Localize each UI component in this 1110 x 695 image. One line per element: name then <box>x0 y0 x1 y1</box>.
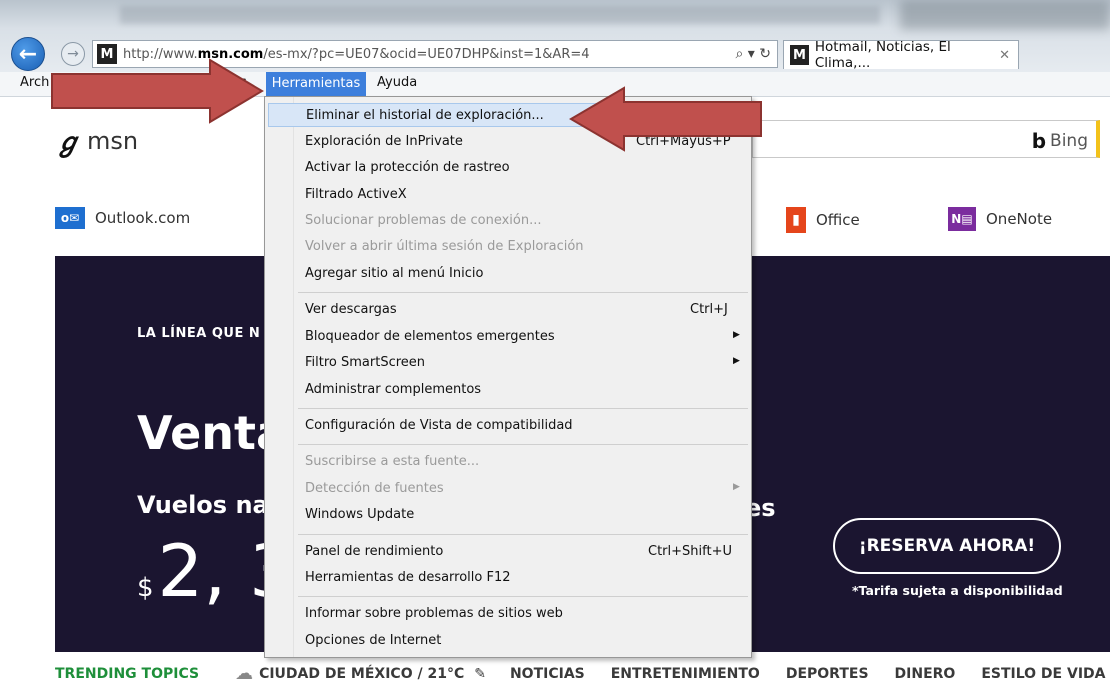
banner-subheadline: Vuelos na <box>137 491 269 519</box>
bing-icon: b <box>1031 129 1047 153</box>
quick-link-office[interactable]: ▮ Office <box>786 207 860 233</box>
menu-ayuda[interactable]: Ayuda <box>377 75 417 90</box>
annotation-arrow-left-icon <box>569 86 762 152</box>
trending-bar: TRENDING TOPICS ☁ CIUDAD DE MÉXICO / 21°… <box>55 652 1110 695</box>
bing-button[interactable]: b Bing <box>1032 129 1088 153</box>
pencil-icon[interactable]: ✎ <box>474 666 486 682</box>
menu-separator <box>298 408 748 409</box>
search-input[interactable]: b Bing <box>752 120 1100 158</box>
menu-item-vista-compatibilidad[interactable]: Configuración de Vista de compatibilidad <box>268 414 748 438</box>
menu-separator <box>298 596 748 597</box>
banner-tagline: LA LÍNEA QUE N <box>137 326 261 341</box>
menu-item-deteccion-fuentes[interactable]: Detección de fuentes ▶ <box>268 477 748 501</box>
menu-item-smartscreen[interactable]: Filtro SmartScreen ▶ <box>268 351 748 375</box>
menu-separator <box>298 292 748 293</box>
quick-link-onenote[interactable]: N▤ OneNote <box>948 207 1052 231</box>
menu-item-informar-problemas[interactable]: Informar sobre problemas de sitios web <box>268 602 748 626</box>
back-button[interactable]: ← <box>11 37 45 71</box>
nav-noticias[interactable]: NOTICIAS <box>510 666 585 682</box>
menu-item-suscribirse-fuente[interactable]: Suscribirse a esta fuente... <box>268 450 748 474</box>
menu-item-herramientas-f12[interactable]: Herramientas de desarrollo F12 <box>268 566 748 590</box>
menu-item-complementos[interactable]: Administrar complementos <box>268 378 748 402</box>
nav-estilo-de-vida[interactable]: ESTILO DE VIDA <box>981 666 1105 682</box>
tools-dropdown-menu: Eliminar el historial de exploración... … <box>264 96 752 658</box>
menu-item-filtrado-activex[interactable]: Filtrado ActiveX <box>268 183 748 207</box>
cloud-icon: ☁ <box>235 663 254 684</box>
outlook-icon: o✉ <box>55 207 85 229</box>
tab-title: Hotmail, Noticias, El Clima,... <box>814 39 951 71</box>
menu-item-reabrir-sesion[interactable]: Volver a abrir última sesión de Explorac… <box>268 235 748 259</box>
menu-item-windows-update[interactable]: Windows Update <box>268 503 748 527</box>
arrow-left-icon: ← <box>18 41 38 67</box>
search-refresh-icon[interactable]: ⌕ ▾ ↻ <box>736 46 772 62</box>
blurred-titlebar-region <box>120 6 880 24</box>
reserva-button[interactable]: ¡RESERVA AHORA! <box>833 518 1061 574</box>
menu-separator <box>298 444 748 445</box>
nav-deportes[interactable]: DEPORTES <box>786 666 869 682</box>
nav-entretenimiento[interactable]: ENTRETENIMIENTO <box>611 666 760 682</box>
menu-item-agregar-inicio[interactable]: Agregar sitio al menú Inicio <box>268 262 748 286</box>
office-icon: ▮ <box>786 207 806 233</box>
submenu-arrow-icon: ▶ <box>733 482 740 492</box>
submenu-arrow-icon: ▶ <box>733 330 740 340</box>
trending-label: TRENDING TOPICS <box>55 665 200 682</box>
menu-item-solucionar-conexion[interactable]: Solucionar problemas de conexión... <box>268 209 748 233</box>
menu-item-panel-rendimiento[interactable]: Panel de rendimiento Ctrl+Shift+U <box>268 540 748 564</box>
browser-tab[interactable]: M Hotmail, Noticias, El Clima,... ✕ <box>783 39 1019 71</box>
menu-item-ver-descargas[interactable]: Ver descargas Ctrl+J <box>268 298 748 322</box>
onenote-icon: N▤ <box>948 207 976 231</box>
banner-disclaimer: *Tarifa sujeta a disponibilidad <box>852 583 1063 598</box>
quick-link-outlook[interactable]: o✉ Outlook.com <box>55 207 190 229</box>
nav-dinero[interactable]: DINERO <box>895 666 956 682</box>
menu-herramientas[interactable]: Herramientas <box>266 72 366 96</box>
menu-separator <box>298 534 748 535</box>
submenu-arrow-icon: ▶ <box>733 356 740 366</box>
menu-item-bloqueador-emergentes[interactable]: Bloqueador de elementos emergentes ▶ <box>268 325 748 349</box>
msn-logo[interactable]: ℊ msn <box>55 122 138 159</box>
annotation-arrow-right-icon <box>51 58 264 124</box>
menu-item-proteccion-rastreo[interactable]: Activar la protección de rastreo <box>268 156 748 180</box>
menu-archivo[interactable]: Arch <box>20 75 49 90</box>
blurred-window-controls <box>900 0 1110 30</box>
msn-favicon-icon: M <box>790 45 809 65</box>
weather-text[interactable]: CIUDAD DE MÉXICO / 21°C <box>259 666 464 682</box>
menu-item-opciones-internet[interactable]: Opciones de Internet <box>268 629 748 653</box>
close-tab-icon[interactable]: ✕ <box>999 48 1010 63</box>
msn-butterfly-icon: ℊ <box>55 128 82 158</box>
